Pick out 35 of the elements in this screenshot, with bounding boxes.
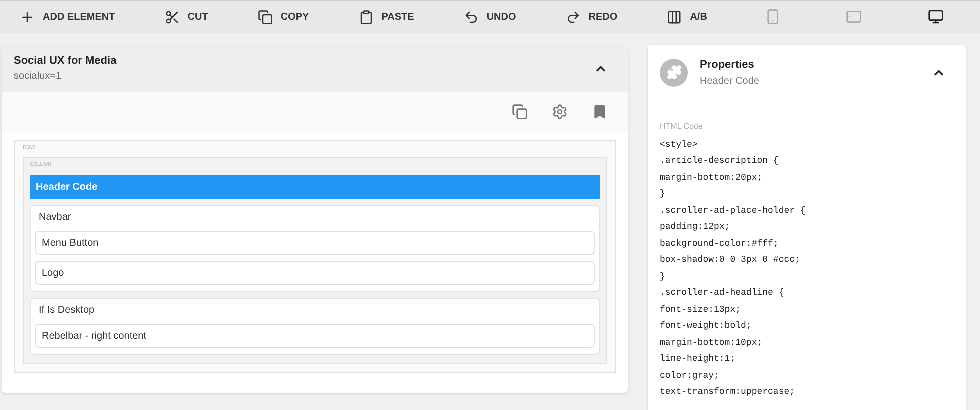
monitor-icon [928, 9, 944, 25]
toolbar-button[interactable]: COPY [250, 1, 318, 33]
bookmark-icon[interactable] [592, 104, 608, 120]
code-block[interactable]: <style> .article-description { margin-bottom:20px; } .scroller-ad-place-holder { padding:12px; background-color:#fff; box-shadow:0 0 3px 0 #ccc; } .scroller-ad-headline { font-size:13px; font-weight:bold; margin-bottom:10px; line-height:1; color:gray; text-transform:uppercase; [660, 136, 954, 400]
undo-icon [464, 10, 479, 24]
element-item[interactable]: Menu Button [35, 231, 595, 255]
field-label: HTML Code [660, 120, 704, 132]
card-title: Properties [700, 58, 756, 73]
phone-icon [764, 9, 781, 25]
card-title: Social UX for Media [14, 54, 117, 69]
toolbar-button[interactable]: A/B [659, 1, 716, 33]
group-label: Navbar [38, 211, 72, 225]
toolbar-button[interactable]: CUT [156, 1, 216, 33]
columns-icon [667, 10, 682, 24]
element-item[interactable]: Logo [35, 261, 595, 285]
toolbar-button[interactable]: REDO [558, 1, 626, 33]
scissors-icon [164, 10, 180, 24]
card-subtitle: socialux=1 [14, 70, 63, 84]
element-group[interactable]: Navbar Menu Button Logo [30, 205, 600, 292]
plus-icon [20, 10, 35, 24]
clipboard-icon [358, 10, 374, 24]
toolbar-button[interactable]: PASTE [350, 1, 422, 33]
redo-icon [566, 10, 581, 24]
settings-icon[interactable] [552, 104, 568, 120]
tablet-icon [846, 9, 862, 25]
group-label: If Is Desktop [38, 304, 96, 318]
card-subtitle: Header Code [700, 74, 760, 88]
element-item[interactable]: Rebelbar - right content [35, 324, 595, 348]
element-group[interactable]: If Is Desktop Rebelbar - right content [30, 298, 600, 355]
puzzle-icon [666, 65, 682, 80]
toolbar-button[interactable]: UNDO [456, 1, 524, 33]
toolbar-button[interactable]: ADD ELEMENT [12, 1, 124, 33]
copy-icon[interactable] [512, 104, 528, 120]
card-header[interactable]: Social UX for Media socialux=1 [2, 45, 628, 92]
copy-icon [258, 10, 273, 24]
